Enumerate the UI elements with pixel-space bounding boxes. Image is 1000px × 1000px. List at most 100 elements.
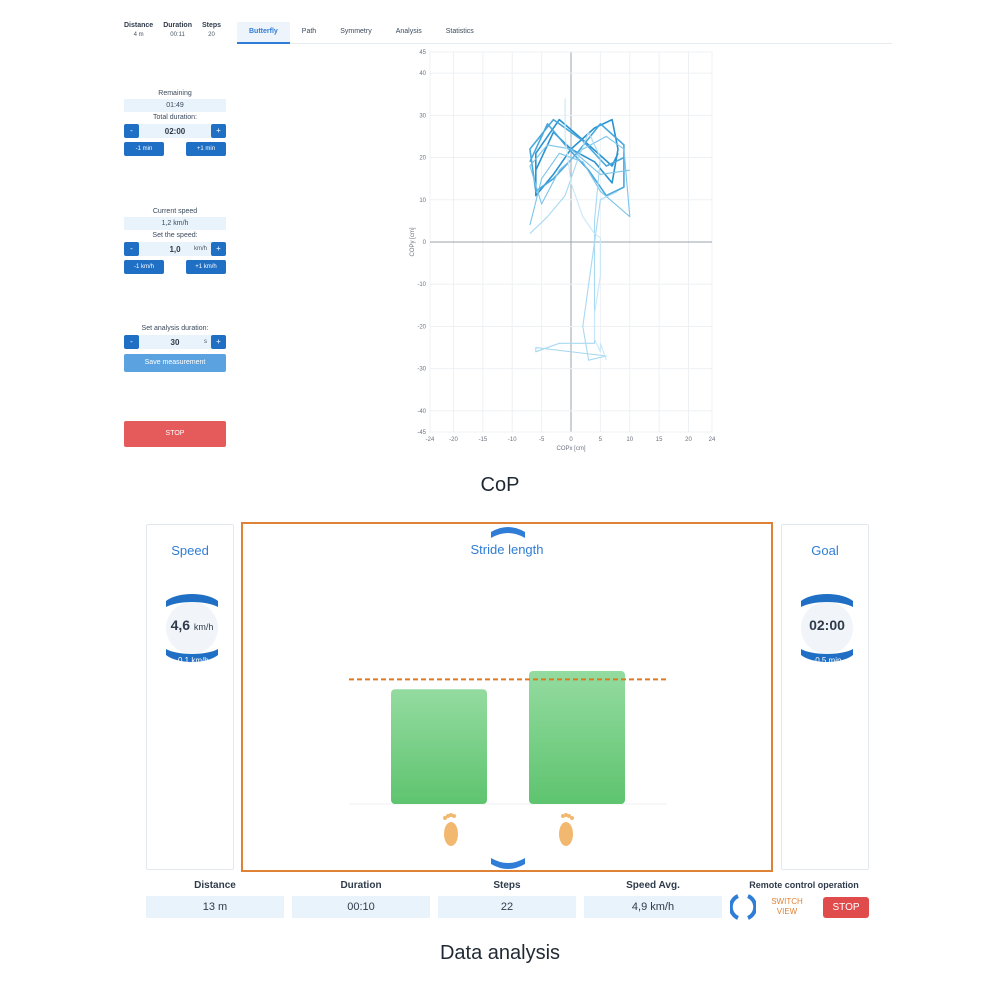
y-tick-label: -10 — [417, 282, 426, 288]
goal-up-label[interactable]: +0,5 min — [799, 585, 855, 594]
tab-analysis[interactable]: Analysis — [384, 22, 434, 44]
tab-statistics[interactable]: Statistics — [434, 22, 486, 44]
bottom-steps-value: 22 — [438, 896, 576, 918]
speed-title: Speed — [171, 543, 209, 558]
duration-plus-button[interactable]: + — [211, 124, 226, 138]
remaining-value: 01:49 — [124, 99, 226, 112]
plus-one-kmh-button[interactable]: +1 km/h — [186, 260, 226, 274]
chart-series — [529, 98, 631, 361]
speed-input-value: 1,0 — [169, 244, 181, 254]
analysis-duration-label: Set analysis duration: — [141, 325, 209, 332]
remote-stop-button[interactable]: STOP — [823, 897, 869, 918]
x-tick-label: -10 — [508, 437, 517, 443]
speed-value-display: 4,6 km/h — [164, 617, 220, 633]
minus-one-kmh-button[interactable]: -1 km/h — [124, 260, 164, 274]
tab-path[interactable]: Path — [290, 22, 328, 44]
save-measurement-button[interactable]: Save measurement — [124, 354, 226, 372]
stat-value: 20 — [208, 32, 215, 38]
speed-value-unit: km/h — [193, 622, 214, 632]
bottom-distance-value: 13 m — [146, 896, 284, 918]
total-duration-value[interactable]: 02:00 — [139, 124, 211, 138]
y-tick-label: -20 — [417, 324, 426, 330]
x-tick-label: 0 — [569, 437, 573, 443]
summary-stats: Distance 4 m Duration 00:11 Steps 20 — [124, 22, 221, 38]
current-speed-label: Current speed — [152, 208, 198, 215]
stat-steps: Steps 20 — [202, 22, 221, 38]
stat-value: 4 m — [133, 32, 144, 38]
goal-dial: +0,5 min 02:00 -0,5 min — [799, 583, 855, 673]
stride-length-panel: Stride length — [241, 522, 773, 872]
speed-input[interactable]: 1,0 km/h — [139, 242, 211, 256]
x-tick-label: 15 — [656, 437, 663, 443]
total-duration-label: Total duration: — [153, 114, 197, 121]
x-tick-label: -15 — [479, 437, 488, 443]
stride-chart — [349, 527, 667, 869]
cop-screen: Distance 4 m Duration 00:11 Steps 20 But… — [0, 0, 1000, 460]
y-tick-label: 40 — [419, 71, 426, 77]
chart-grid — [429, 51, 713, 433]
x-tick-label: 10 — [626, 437, 633, 443]
left-foot-icon — [443, 813, 458, 846]
switch-view-icon[interactable] — [730, 894, 756, 920]
tab-bar: Butterfly Path Symmetry Analysis Statist… — [237, 22, 892, 44]
tab-butterfly[interactable]: Butterfly — [237, 22, 290, 44]
goal-value: 02:00 — [809, 617, 845, 633]
tab-symmetry[interactable]: Symmetry — [328, 22, 384, 44]
scroll-up-icon[interactable] — [491, 527, 525, 538]
duration-minus-button[interactable]: - — [124, 124, 139, 138]
y-tick-label: -40 — [417, 409, 426, 415]
y-tick-label: 10 — [419, 198, 426, 204]
bottom-steps-label: Steps — [493, 880, 521, 891]
remote-control-label: Remote control operation — [749, 880, 859, 890]
bottom-duration-value: 00:10 — [292, 896, 430, 918]
speed-minus-button[interactable]: - — [124, 242, 139, 256]
stat-label: Duration — [163, 22, 192, 29]
bottom-distance-label: Distance — [194, 880, 236, 891]
speed-plus-button[interactable]: + — [211, 242, 226, 256]
stat-distance: Distance 4 m — [124, 22, 153, 38]
analysis-plus-button[interactable]: + — [211, 335, 226, 349]
speed-unit: km/h — [193, 246, 207, 252]
analysis-controls: Set analysis duration: - 30 s + Save mea… — [124, 323, 226, 372]
right-stride-bar — [529, 671, 625, 804]
minus-one-min-button[interactable]: -1 min — [124, 142, 164, 156]
stat-value: 00:11 — [170, 32, 185, 38]
analysis-minus-button[interactable]: - — [124, 335, 139, 349]
stop-button[interactable]: STOP — [124, 421, 226, 447]
speed-controls: Current speed 1,2 km/h Set the speed: - … — [124, 206, 226, 274]
y-tick-label: 20 — [419, 156, 426, 162]
caption-cop: CoP — [480, 474, 520, 496]
analysis-input[interactable]: 30 s — [139, 335, 211, 349]
switch-view-button[interactable]: SWITCH VIEW — [766, 897, 808, 917]
scroll-down-icon[interactable] — [491, 858, 525, 869]
set-speed-label: Set the speed: — [152, 232, 198, 239]
y-tick-label: -30 — [417, 367, 426, 373]
stat-label: Distance — [124, 22, 154, 29]
total-duration-stepper: - 02:00 + — [124, 124, 226, 138]
goal-title: Goal — [811, 543, 839, 558]
left-stride-bar — [391, 689, 487, 804]
x-tick-label: 20 — [685, 437, 692, 443]
chart-ticks: -24 -20 -15 -10 -5 0 5 10 15 20 24 45 40 30 20 10 0 -10 -2… — [417, 50, 716, 443]
speed-value: 4,6 — [170, 617, 191, 633]
right-foot-icon — [559, 813, 574, 846]
speed-up-label[interactable]: +0,1 km/h — [164, 585, 220, 594]
y-tick-label: 0 — [423, 240, 427, 246]
remaining-label: Remaining — [158, 90, 192, 97]
bottom-speed-avg-value: 4,9 km/h — [584, 896, 722, 918]
goal-panel: Goal +0,5 min 02:00 -0,5 min — [781, 524, 869, 870]
y-tick-label: 30 — [419, 113, 426, 119]
x-tick-label: -24 — [426, 437, 435, 443]
duration-controls: Remaining 01:49 Total duration: - 02:00 … — [124, 88, 226, 156]
plus-one-min-button[interactable]: +1 min — [186, 142, 226, 156]
speed-panel: Speed +0,1 km/h 4,6 km/h -0,1 km/h — [146, 524, 234, 870]
analysis-unit: s — [204, 339, 207, 345]
cop-chart: -24 -20 -15 -10 -5 0 5 10 15 20 24 45 40 30 20 10 0 -10 -2… — [410, 50, 716, 452]
x-tick-label: -20 — [449, 437, 458, 443]
speed-down-label[interactable]: -0,1 km/h — [164, 656, 220, 665]
x-axis-label: COPx [cm] — [556, 446, 585, 452]
analysis-input-value: 30 — [170, 337, 180, 347]
stat-label: Steps — [201, 22, 222, 29]
current-speed-value: 1,2 km/h — [124, 217, 226, 230]
goal-down-label[interactable]: -0,5 min — [799, 656, 855, 665]
